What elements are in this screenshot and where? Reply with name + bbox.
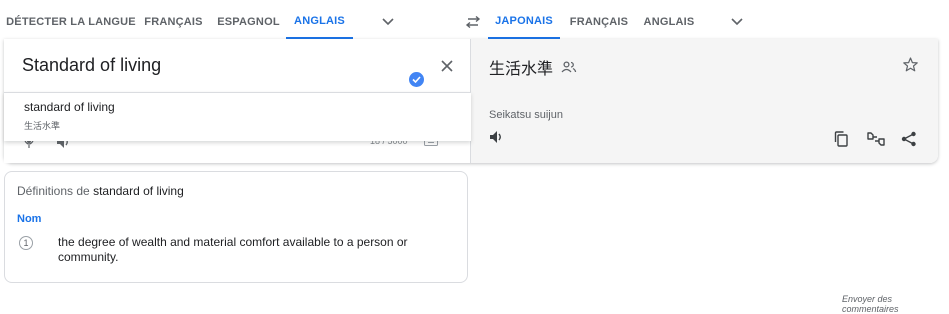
swap-icon[interactable] xyxy=(462,13,484,31)
suggestion-translation: 生活水準 xyxy=(24,121,61,131)
suggestion-dropdown[interactable]: standard of living 生活水準 xyxy=(4,92,471,141)
definition-text: the degree of wealth and material comfor… xyxy=(58,235,408,264)
close-icon[interactable] xyxy=(437,56,457,76)
check-icon xyxy=(409,72,424,87)
tab-detect-language[interactable]: Détecter la langue xyxy=(4,4,138,39)
target-panel: 生活水準 Seikatsu suijun xyxy=(471,39,938,163)
tab-source-spanish[interactable]: Espagnol xyxy=(209,4,288,39)
send-feedback-link[interactable]: Envoyer des commentaires xyxy=(842,294,949,314)
volume-icon[interactable] xyxy=(489,130,505,144)
star-icon[interactable] xyxy=(903,57,918,72)
definitions-title: Définitions de standard of living xyxy=(17,184,184,198)
copy-icon[interactable] xyxy=(834,131,848,147)
tab-source-english[interactable]: Anglais xyxy=(286,4,353,39)
definitions-title-prefix: Définitions de xyxy=(17,184,90,198)
definitions-card: Définitions de standard of living Nom 1 … xyxy=(4,171,468,283)
tab-target-japanese[interactable]: Japonais xyxy=(488,4,560,39)
translation-output: 生活水準 xyxy=(489,55,577,79)
definitions-term: standard of living xyxy=(93,184,184,198)
people-icon[interactable] xyxy=(561,61,577,73)
tab-target-french[interactable]: Français xyxy=(564,4,634,39)
chevron-down-icon[interactable] xyxy=(379,13,397,31)
romanization: Seikatsu suijun xyxy=(489,109,563,121)
tab-target-english[interactable]: Anglais xyxy=(636,4,702,39)
definition-number: 1 xyxy=(19,236,33,250)
chevron-down-icon[interactable] xyxy=(728,13,746,31)
feedback-icon[interactable] xyxy=(867,131,885,147)
language-bar: Détecter la langue Français Espagnol Ang… xyxy=(4,4,938,39)
tab-source-french[interactable]: Français xyxy=(138,4,209,39)
share-icon[interactable] xyxy=(901,131,917,147)
part-of-speech: Nom xyxy=(17,213,42,225)
suggestion-text[interactable]: standard of living xyxy=(24,100,115,114)
translation-text: 生活水準 xyxy=(489,61,554,78)
source-input[interactable]: Standard of living xyxy=(22,55,161,76)
